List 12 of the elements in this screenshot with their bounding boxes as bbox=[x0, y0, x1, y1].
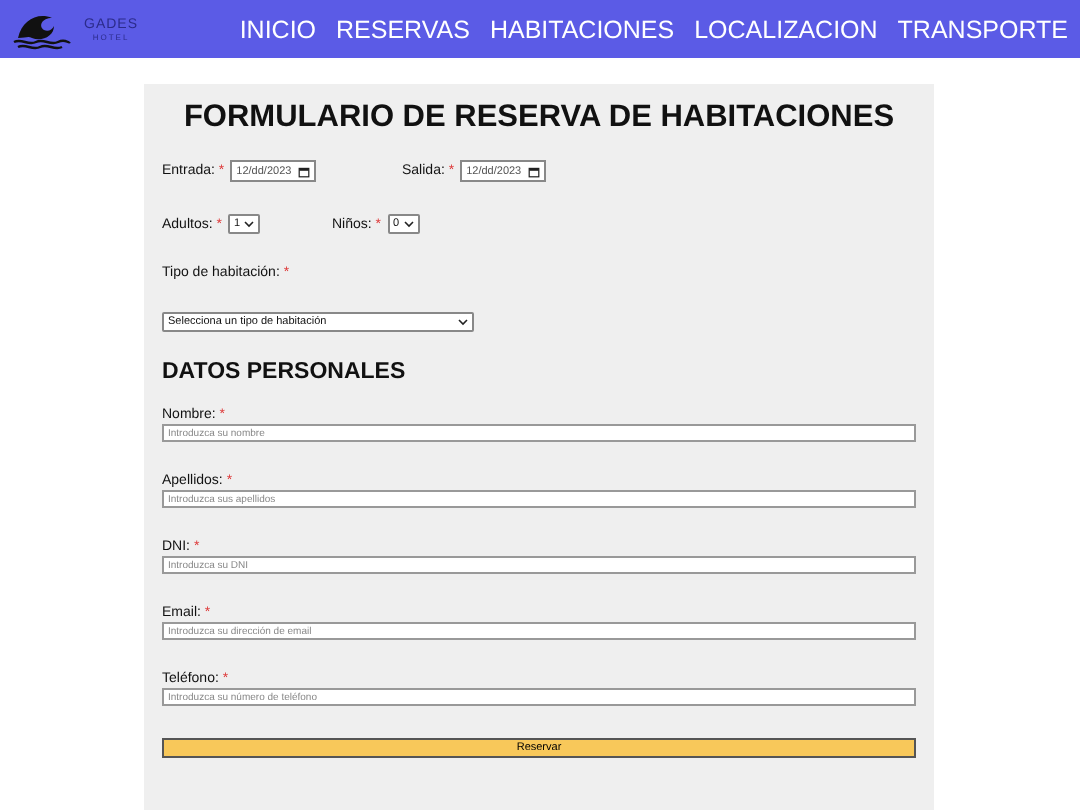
calendar-icon bbox=[527, 165, 540, 177]
section-title: DATOS PERSONALES bbox=[162, 360, 408, 384]
nav-link[interactable]: INICIO bbox=[239, 15, 317, 43]
caret-icon bbox=[244, 220, 255, 228]
nav-link[interactable]: LOCALIZACION bbox=[694, 15, 878, 43]
form-title: FORMULARIO DE RESERVA DE HABITACIONES bbox=[181, 100, 897, 136]
caret-icon bbox=[458, 318, 468, 326]
nav-link[interactable]: TRANSPORTE bbox=[897, 15, 1068, 43]
nav-link[interactable]: RESERVAS bbox=[336, 15, 470, 43]
nav-link[interactable]: HABITACIONES bbox=[489, 15, 675, 43]
caret-icon bbox=[403, 220, 414, 228]
calendar-icon bbox=[297, 165, 310, 177]
